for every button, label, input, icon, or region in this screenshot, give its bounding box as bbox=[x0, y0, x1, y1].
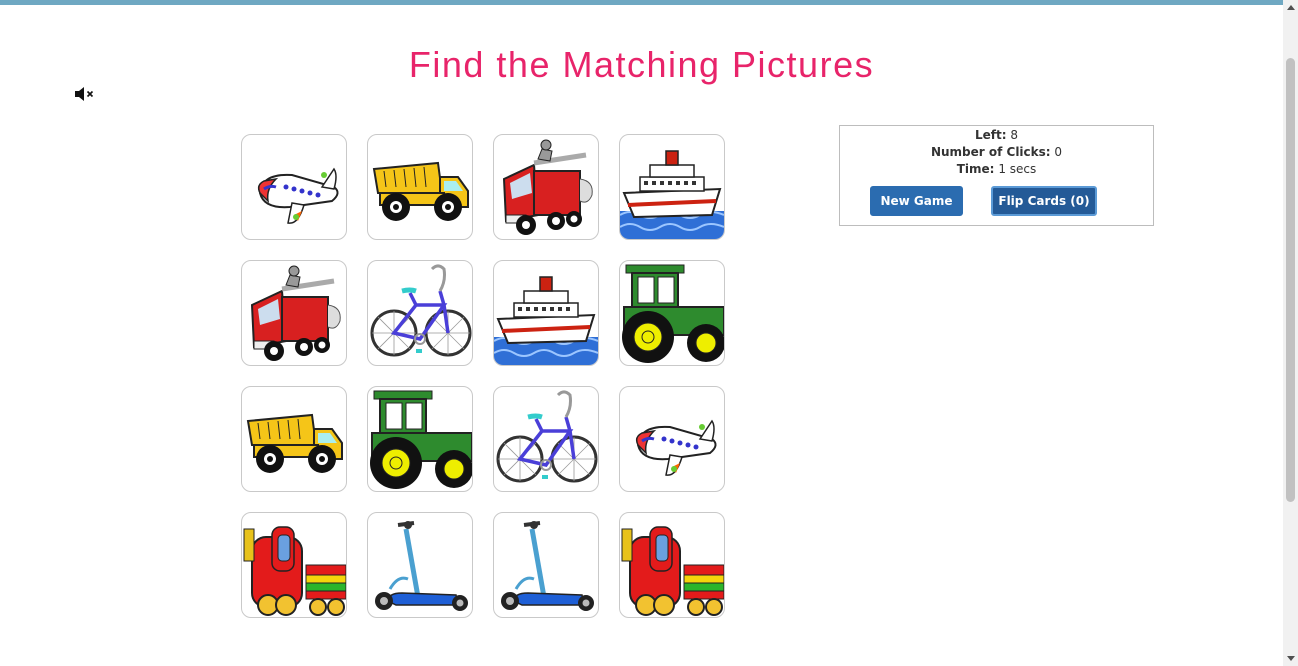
scrollbar-thumb[interactable] bbox=[1286, 58, 1295, 502]
bicycle-icon bbox=[496, 390, 598, 483]
scroll-up-icon[interactable] bbox=[1287, 5, 1295, 10]
clicks-stat: Number of Clicks: 0 bbox=[930, 145, 1063, 159]
scooter-icon bbox=[375, 521, 468, 611]
page-title: Find the Matching Pictures bbox=[408, 44, 875, 85]
card-tractor[interactable] bbox=[619, 260, 725, 366]
card-fire-truck[interactable] bbox=[493, 134, 599, 240]
tractor-icon bbox=[622, 264, 724, 363]
card-dump-truck[interactable] bbox=[241, 386, 347, 492]
cruise-ship-icon bbox=[620, 150, 724, 239]
card-dump-truck[interactable] bbox=[367, 134, 473, 240]
scooter-icon bbox=[501, 521, 594, 611]
new-game-button[interactable]: New Game bbox=[870, 186, 963, 216]
top-accent-bar bbox=[0, 0, 1283, 5]
flip-cards-button[interactable]: Flip Cards (0) bbox=[991, 186, 1097, 216]
scrollbar[interactable] bbox=[1283, 0, 1298, 666]
clicks-value: 0 bbox=[1054, 145, 1063, 159]
card-airplane[interactable] bbox=[241, 134, 347, 240]
cruise-ship-icon bbox=[494, 276, 598, 365]
train-icon bbox=[243, 526, 346, 616]
speaker-muted-icon[interactable] bbox=[74, 86, 96, 102]
dump-truck-icon bbox=[246, 413, 343, 473]
card-train[interactable] bbox=[619, 512, 725, 618]
card-fire-truck[interactable] bbox=[241, 260, 347, 366]
cards-left-value: 8 bbox=[1010, 128, 1018, 142]
fire-truck-icon bbox=[502, 139, 593, 235]
card-cruise-ship[interactable] bbox=[493, 260, 599, 366]
card-train[interactable] bbox=[241, 512, 347, 618]
tractor-icon bbox=[370, 390, 472, 489]
scroll-down-icon[interactable] bbox=[1287, 656, 1295, 661]
score-panel: Left: 8 Number of Clicks: 0 Time: 1 secs… bbox=[839, 125, 1154, 226]
card-bicycle[interactable] bbox=[367, 260, 473, 366]
dump-truck-icon bbox=[372, 161, 469, 221]
card-airplane[interactable] bbox=[619, 386, 725, 492]
train-icon bbox=[621, 526, 724, 616]
card-scooter[interactable] bbox=[367, 512, 473, 618]
card-scooter[interactable] bbox=[493, 512, 599, 618]
card-tractor[interactable] bbox=[367, 386, 473, 492]
time-value: 1 secs bbox=[998, 162, 1037, 176]
bicycle-icon bbox=[370, 264, 472, 357]
card-grid bbox=[241, 134, 727, 620]
time-stat: Time: 1 secs bbox=[956, 162, 1037, 176]
airplane-icon bbox=[635, 419, 717, 476]
card-cruise-ship[interactable] bbox=[619, 134, 725, 240]
fire-truck-icon bbox=[250, 265, 341, 361]
card-bicycle[interactable] bbox=[493, 386, 599, 492]
cards-left-stat: Left: 8 bbox=[974, 128, 1018, 142]
airplane-icon bbox=[257, 167, 339, 224]
